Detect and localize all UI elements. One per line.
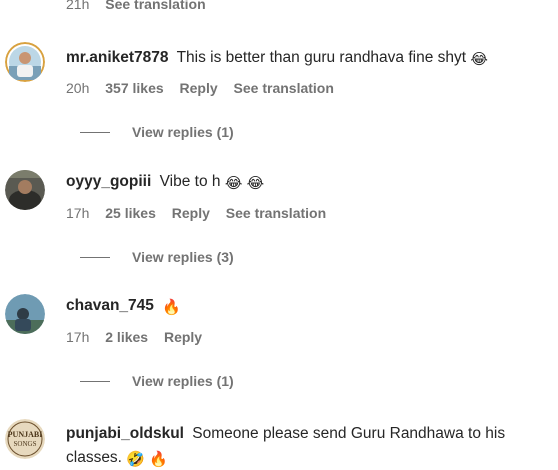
- comment-text-row: oyyy_gopiii Vibe to h 😂 😂: [66, 170, 546, 194]
- comment-username[interactable]: mr.aniket7878: [66, 49, 169, 66]
- previous-comment-meta: 21h See translation: [66, 0, 218, 12]
- avatar[interactable]: PUNJABI SONGS: [5, 419, 45, 459]
- comment-text-row: mr.aniket7878 This is better than guru r…: [66, 46, 546, 70]
- fire-emoji-icon: 🔥: [162, 299, 181, 316]
- view-replies-button[interactable]: View replies (1): [80, 373, 234, 389]
- see-translation-link[interactable]: See translation: [105, 0, 205, 12]
- comment-meta: 20h 357 likes Reply See translation: [66, 80, 346, 96]
- svg-text:SONGS: SONGS: [14, 440, 37, 448]
- svg-text:PUNJABI: PUNJABI: [8, 430, 43, 439]
- comment-body: This is better than guru randhava fine s…: [176, 49, 467, 66]
- comment-meta: 17h 2 likes Reply: [66, 329, 214, 345]
- avatar[interactable]: [5, 170, 45, 210]
- comment-text-row: chavan_745 🔥: [66, 294, 546, 318]
- comment-text-row: punjabi_oldskul Someone please send Guru…: [66, 422, 546, 470]
- reply-button[interactable]: Reply: [164, 329, 202, 345]
- likes-count[interactable]: 2 likes: [105, 329, 148, 345]
- replies-divider-line: [80, 256, 110, 258]
- view-replies-label: View replies (3): [132, 249, 234, 265]
- reply-button[interactable]: Reply: [180, 80, 218, 96]
- avatar[interactable]: [5, 42, 45, 82]
- likes-count[interactable]: 357 likes: [105, 80, 163, 96]
- view-replies-button[interactable]: View replies (1): [80, 124, 234, 140]
- comment-time: 20h: [66, 80, 90, 96]
- replies-divider-line: [80, 131, 110, 133]
- comment-username[interactable]: oyyy_gopiii: [66, 173, 151, 190]
- laughing-emoji-icon: 😂: [224, 175, 243, 192]
- fire-emoji-icon: 🔥: [149, 451, 168, 468]
- rofl-emoji-icon: 🤣: [126, 451, 145, 468]
- laughing-emoji-icon: 😂: [470, 51, 488, 68]
- see-translation-link[interactable]: See translation: [226, 205, 326, 221]
- comment-time: 17h: [66, 205, 90, 221]
- comment-body: Vibe to h: [159, 173, 221, 190]
- view-replies-label: View replies (1): [132, 124, 234, 140]
- comment-time: 17h: [66, 329, 90, 345]
- laughing-emoji-icon: 😂: [246, 175, 265, 192]
- reply-button[interactable]: Reply: [172, 205, 210, 221]
- comment-username[interactable]: chavan_745: [66, 297, 154, 314]
- likes-count[interactable]: 25 likes: [105, 205, 156, 221]
- comment-username[interactable]: punjabi_oldskul: [66, 425, 184, 442]
- view-replies-label: View replies (1): [132, 373, 234, 389]
- comment-meta: 17h 25 likes Reply See translation: [66, 205, 338, 221]
- comment-time: 21h: [66, 0, 90, 12]
- see-translation-link[interactable]: See translation: [234, 80, 334, 96]
- avatar[interactable]: [5, 294, 45, 334]
- replies-divider-line: [80, 380, 110, 382]
- view-replies-button[interactable]: View replies (3): [80, 249, 234, 265]
